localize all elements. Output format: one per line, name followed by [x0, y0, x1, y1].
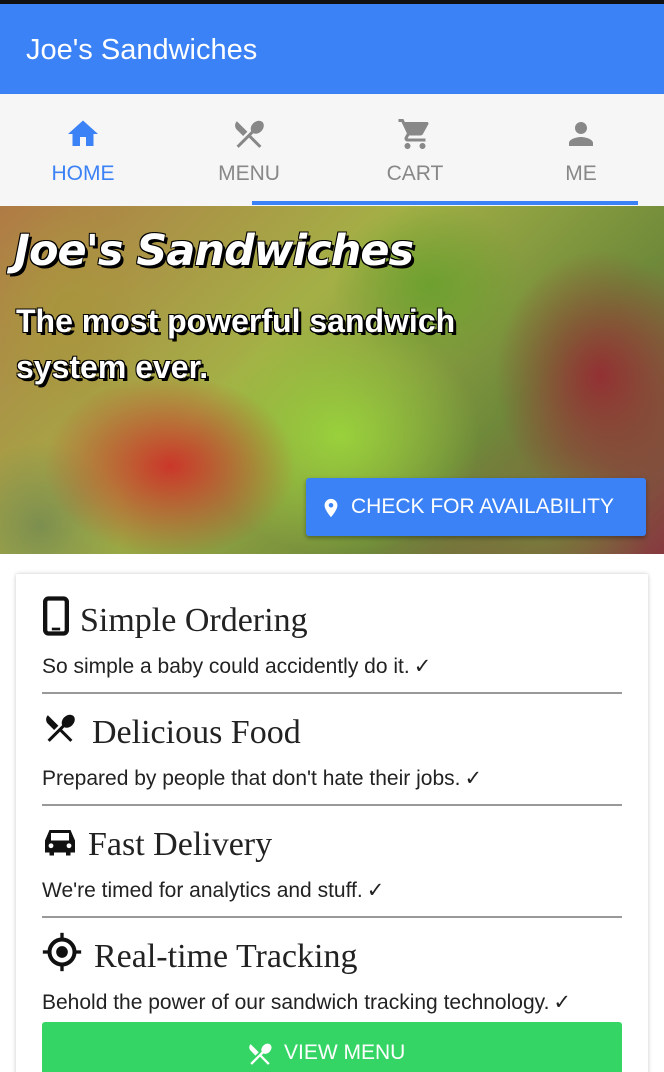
view-menu-button[interactable]: VIEW MENU [42, 1022, 622, 1072]
cart-icon [398, 119, 429, 149]
utensils-icon [235, 120, 264, 148]
tab-home-label: HOME [51, 162, 115, 185]
tab-indicator [252, 201, 638, 205]
hero-title: Joe's Sandwiches [14, 226, 414, 276]
check-mark-icon: ✓ [366, 878, 385, 902]
car-icon [45, 830, 75, 856]
feature-title: Delicious Food [92, 714, 301, 751]
feature-description: Prepared by people that don't hate their… [42, 766, 483, 790]
tab-cart[interactable]: CART [332, 94, 498, 206]
tab-home[interactable]: HOME [0, 94, 166, 206]
app-bar: Joe's Sandwiches [0, 0, 664, 94]
feature-real-time-tracking: Real-time Tracking Behold the power of o… [42, 910, 622, 1022]
feature-title: Real-time Tracking [94, 938, 358, 975]
check-mark-icon: ✓ [413, 654, 432, 678]
tab-menu[interactable]: MENU [166, 94, 332, 206]
feature-title: Fast Delivery [88, 826, 273, 863]
features-card: Simple Ordering So simple a baby could a… [16, 574, 648, 1072]
check-availability-button[interactable]: CHECK FOR AVAILABILITY [306, 478, 646, 536]
utensils-icon [46, 714, 75, 742]
tab-cart-label: CART [386, 162, 444, 185]
tab-menu-label: MENU [218, 162, 280, 185]
phone-icon [43, 596, 69, 636]
feature-description: So simple a baby could accidently do it.… [42, 654, 432, 678]
check-mark-icon: ✓ [464, 766, 483, 790]
person-icon [569, 122, 593, 146]
tab-bar: HOME MENU CART ME [0, 94, 664, 206]
location-pin-icon [324, 498, 338, 518]
hero-subtitle: The most powerful sandwich system ever. [16, 303, 456, 385]
feature-description: We're timed for analytics and stuff. ✓ [42, 878, 385, 902]
feature-simple-ordering: Simple Ordering So simple a baby could a… [42, 574, 622, 686]
feature-fast-delivery: Fast Delivery We're timed for analytics … [42, 798, 622, 910]
app-title: Joe's Sandwiches [26, 34, 258, 66]
hero-banner: Joe's Sandwiches The most powerful sandw… [0, 206, 664, 554]
tab-me[interactable]: ME [498, 94, 664, 206]
tab-me-label: ME [565, 162, 597, 185]
home-icon [68, 120, 98, 146]
feature-description: Behold the power of our sandwich trackin… [42, 990, 572, 1014]
utensils-icon [249, 1043, 272, 1065]
view-menu-label: VIEW MENU [284, 1041, 406, 1064]
feature-delicious-food: Delicious Food Prepared by people that d… [42, 686, 622, 798]
check-availability-label: CHECK FOR AVAILABILITY [351, 495, 614, 518]
feature-title: Simple Ordering [80, 602, 308, 639]
crosshair-icon [42, 932, 82, 972]
check-mark-icon: ✓ [553, 990, 572, 1014]
